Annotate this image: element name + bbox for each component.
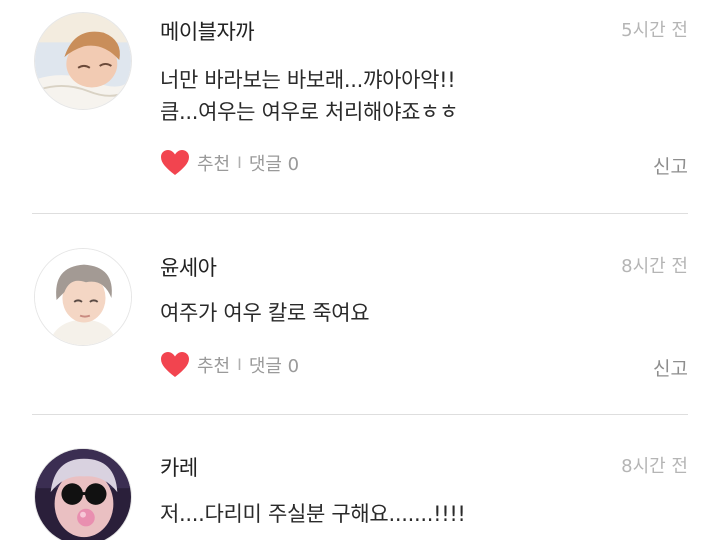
reply-count[interactable]: 댓글 0 xyxy=(249,352,299,378)
heart-icon[interactable] xyxy=(160,149,190,176)
like-button[interactable]: 추천 xyxy=(197,150,230,176)
avatar[interactable] xyxy=(34,12,132,110)
comment-author[interactable]: 카레 xyxy=(160,452,198,482)
comment-time: 5시간 전 xyxy=(621,20,688,41)
comment-text-line: 너만 바라보는 바보래...꺄아아악!! xyxy=(160,68,456,92)
divider xyxy=(32,213,688,214)
comment-actions: 추천 I 댓글 0 xyxy=(160,149,299,176)
report-button[interactable]: 신고 xyxy=(653,354,688,381)
heart-icon[interactable] xyxy=(160,351,190,378)
comment-text-line: 저....다리미 주실분 구해요.......!!!! xyxy=(160,502,466,526)
separator: I xyxy=(237,153,242,172)
avatar[interactable] xyxy=(34,248,132,346)
comment-feed: 메이블자까 5시간 전 너만 바라보는 바보래...꺄아아악!! 큼...여우는… xyxy=(0,0,720,540)
comment-author[interactable]: 메이블자까 xyxy=(160,16,255,46)
avatar[interactable] xyxy=(34,448,132,540)
divider xyxy=(32,414,688,415)
comment-author[interactable]: 윤세아 xyxy=(160,252,217,282)
comment-time: 8시간 전 xyxy=(621,456,688,477)
comment-text-line: 여주가 여우 칼로 죽여요 xyxy=(160,301,370,325)
comment-text-line: 큼...여우는 여우로 처리해야죠ㅎㅎ xyxy=(160,100,459,124)
comment-time: 8시간 전 xyxy=(621,256,688,277)
like-button[interactable]: 추천 xyxy=(197,352,230,378)
separator: I xyxy=(237,355,242,374)
report-button[interactable]: 신고 xyxy=(653,152,688,179)
reply-count[interactable]: 댓글 0 xyxy=(249,150,299,176)
comment-actions: 추천 I 댓글 0 xyxy=(160,351,299,378)
